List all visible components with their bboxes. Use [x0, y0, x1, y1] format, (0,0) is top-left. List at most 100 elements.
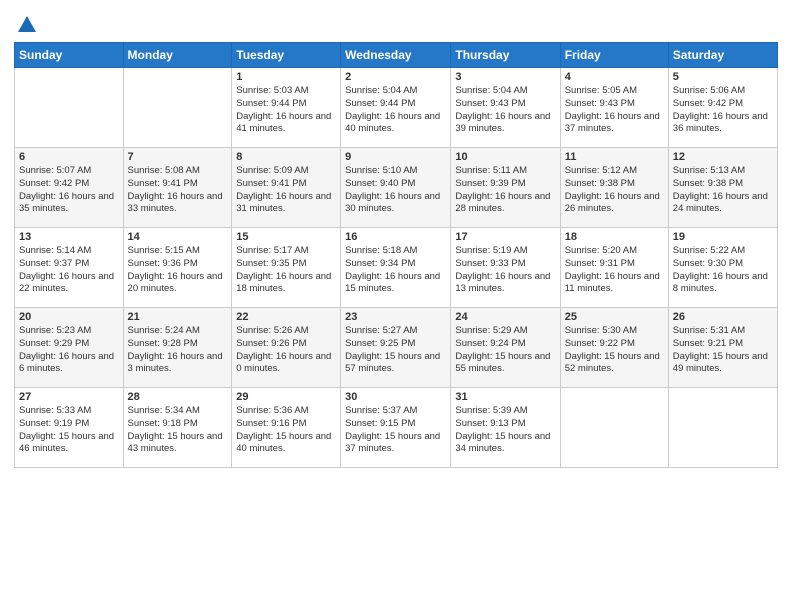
day-info: Sunrise: 5:36 AM Sunset: 9:16 PM Dayligh… [236, 405, 336, 456]
calendar-cell: 4Sunrise: 5:05 AM Sunset: 9:43 PM Daylig… [560, 68, 668, 148]
day-info: Sunrise: 5:30 AM Sunset: 9:22 PM Dayligh… [565, 325, 664, 376]
day-number: 31 [455, 391, 555, 403]
calendar-week-row: 27 Sunrise: 5:33 AM Sunset: 9:19 PM Dayli… [15, 388, 778, 468]
day-info: Sunrise: 5:20 AM Sunset: 9:31 PM Dayligh… [565, 245, 664, 296]
day-number: 23 [345, 311, 446, 323]
day-number: 12 [673, 151, 773, 163]
calendar-header-row: SundayMondayTuesdayWednesdayThursdayFrid… [15, 43, 778, 68]
calendar-cell: 29 Sunrise: 5:36 AM Sunset: 9:16 PM Dayli… [232, 388, 341, 468]
day-number: 28 [128, 391, 228, 403]
page: SundayMondayTuesdayWednesdayThursdayFrid… [0, 0, 792, 612]
calendar-cell: 2 Sunrise: 5:04 AM Sunset: 9:44 PM Daylig… [341, 68, 451, 148]
day-info: Sunrise: 5:04 AM Sunset: 9:44 PM Dayligh… [345, 85, 446, 136]
day-info: Sunrise: 5:18 AM Sunset: 9:34 PM Dayligh… [345, 245, 446, 296]
logo-icon [16, 14, 38, 36]
calendar-week-row: 20Sunrise: 5:23 AM Sunset: 9:29 PM Dayli… [15, 308, 778, 388]
day-number: 15 [236, 231, 336, 243]
day-number: 5 [673, 71, 773, 83]
calendar-cell: 5 Sunrise: 5:06 AM Sunset: 9:42 PM Daylig… [668, 68, 777, 148]
calendar-cell: 7 Sunrise: 5:08 AM Sunset: 9:41 PM Daylig… [123, 148, 232, 228]
calendar-cell: 19 Sunrise: 5:22 AM Sunset: 9:30 PM Dayli… [668, 228, 777, 308]
day-info: Sunrise: 5:12 AM Sunset: 9:38 PM Dayligh… [565, 165, 664, 216]
col-header-friday: Friday [560, 43, 668, 68]
calendar-cell: 26 Sunrise: 5:31 AM Sunset: 9:21 PM Dayli… [668, 308, 777, 388]
day-number: 1 [236, 71, 336, 83]
day-info: Sunrise: 5:34 AM Sunset: 9:18 PM Dayligh… [128, 405, 228, 456]
day-number: 10 [455, 151, 555, 163]
day-number: 19 [673, 231, 773, 243]
calendar-cell: 31 Sunrise: 5:39 AM Sunset: 9:13 PM Dayli… [451, 388, 560, 468]
calendar-cell: 12 Sunrise: 5:13 AM Sunset: 9:38 PM Dayli… [668, 148, 777, 228]
day-number: 16 [345, 231, 446, 243]
calendar-cell: 16 Sunrise: 5:18 AM Sunset: 9:34 PM Dayli… [341, 228, 451, 308]
calendar-week-row: 1Sunrise: 5:03 AM Sunset: 9:44 PM Daylig… [15, 68, 778, 148]
day-info: Sunrise: 5:23 AM Sunset: 9:29 PM Dayligh… [19, 325, 119, 376]
calendar-cell: 30 Sunrise: 5:37 AM Sunset: 9:15 PM Dayli… [341, 388, 451, 468]
day-number: 2 [345, 71, 446, 83]
header [14, 10, 778, 34]
col-header-thursday: Thursday [451, 43, 560, 68]
calendar-cell: 14 Sunrise: 5:15 AM Sunset: 9:36 PM Dayli… [123, 228, 232, 308]
day-number: 14 [128, 231, 228, 243]
day-info: Sunrise: 5:08 AM Sunset: 9:41 PM Dayligh… [128, 165, 228, 216]
calendar-cell: 25 Sunrise: 5:30 AM Sunset: 9:22 PM Dayli… [560, 308, 668, 388]
day-number: 26 [673, 311, 773, 323]
calendar-cell: 10 Sunrise: 5:11 AM Sunset: 9:39 PM Dayli… [451, 148, 560, 228]
day-number: 8 [236, 151, 336, 163]
day-number: 18 [565, 231, 664, 243]
day-number: 24 [455, 311, 555, 323]
col-header-saturday: Saturday [668, 43, 777, 68]
day-info: Sunrise: 5:37 AM Sunset: 9:15 PM Dayligh… [345, 405, 446, 456]
day-number: 11 [565, 151, 664, 163]
day-number: 29 [236, 391, 336, 403]
col-header-sunday: Sunday [15, 43, 124, 68]
calendar-cell: 28 Sunrise: 5:34 AM Sunset: 9:18 PM Dayli… [123, 388, 232, 468]
day-info: Sunrise: 5:04 AM Sunset: 9:43 PM Dayligh… [455, 85, 555, 136]
calendar-cell [668, 388, 777, 468]
calendar-cell: 13 Sunrise: 5:14 AM Sunset: 9:37 PM Dayli… [15, 228, 124, 308]
calendar-cell: 9 Sunrise: 5:10 AM Sunset: 9:40 PM Daylig… [341, 148, 451, 228]
day-info: Sunrise: 5:11 AM Sunset: 9:39 PM Dayligh… [455, 165, 555, 216]
day-number: 27 [19, 391, 119, 403]
calendar-cell: 11 Sunrise: 5:12 AM Sunset: 9:38 PM Dayli… [560, 148, 668, 228]
calendar-week-row: 13 Sunrise: 5:14 AM Sunset: 9:37 PM Dayli… [15, 228, 778, 308]
day-info: Sunrise: 5:15 AM Sunset: 9:36 PM Dayligh… [128, 245, 228, 296]
calendar-cell: 18 Sunrise: 5:20 AM Sunset: 9:31 PM Dayli… [560, 228, 668, 308]
day-number: 7 [128, 151, 228, 163]
day-number: 9 [345, 151, 446, 163]
day-info: Sunrise: 5:19 AM Sunset: 9:33 PM Dayligh… [455, 245, 555, 296]
calendar-cell: 6Sunrise: 5:07 AM Sunset: 9:42 PM Daylig… [15, 148, 124, 228]
calendar-cell: 23 Sunrise: 5:27 AM Sunset: 9:25 PM Dayli… [341, 308, 451, 388]
calendar-cell: 3Sunrise: 5:04 AM Sunset: 9:43 PM Daylig… [451, 68, 560, 148]
day-info: Sunrise: 5:10 AM Sunset: 9:40 PM Dayligh… [345, 165, 446, 216]
day-number: 22 [236, 311, 336, 323]
calendar-cell: 15 Sunrise: 5:17 AM Sunset: 9:35 PM Dayli… [232, 228, 341, 308]
calendar-cell: 20Sunrise: 5:23 AM Sunset: 9:29 PM Dayli… [15, 308, 124, 388]
day-number: 13 [19, 231, 119, 243]
day-number: 30 [345, 391, 446, 403]
day-info: Sunrise: 5:09 AM Sunset: 9:41 PM Dayligh… [236, 165, 336, 216]
calendar-week-row: 6Sunrise: 5:07 AM Sunset: 9:42 PM Daylig… [15, 148, 778, 228]
day-info: Sunrise: 5:27 AM Sunset: 9:25 PM Dayligh… [345, 325, 446, 376]
calendar-cell [15, 68, 124, 148]
day-number: 17 [455, 231, 555, 243]
day-info: Sunrise: 5:31 AM Sunset: 9:21 PM Dayligh… [673, 325, 773, 376]
calendar-cell: 8 Sunrise: 5:09 AM Sunset: 9:41 PM Daylig… [232, 148, 341, 228]
day-info: Sunrise: 5:06 AM Sunset: 9:42 PM Dayligh… [673, 85, 773, 136]
day-info: Sunrise: 5:13 AM Sunset: 9:38 PM Dayligh… [673, 165, 773, 216]
day-info: Sunrise: 5:17 AM Sunset: 9:35 PM Dayligh… [236, 245, 336, 296]
calendar-cell [560, 388, 668, 468]
calendar-cell: 27 Sunrise: 5:33 AM Sunset: 9:19 PM Dayli… [15, 388, 124, 468]
day-number: 6 [19, 151, 119, 163]
day-info: Sunrise: 5:14 AM Sunset: 9:37 PM Dayligh… [19, 245, 119, 296]
day-info: Sunrise: 5:39 AM Sunset: 9:13 PM Dayligh… [455, 405, 555, 456]
day-info: Sunrise: 5:33 AM Sunset: 9:19 PM Dayligh… [19, 405, 119, 456]
calendar-cell: 22Sunrise: 5:26 AM Sunset: 9:26 PM Dayli… [232, 308, 341, 388]
day-number: 25 [565, 311, 664, 323]
logo [14, 14, 38, 34]
calendar-cell: 1Sunrise: 5:03 AM Sunset: 9:44 PM Daylig… [232, 68, 341, 148]
col-header-tuesday: Tuesday [232, 43, 341, 68]
calendar-cell: 21Sunrise: 5:24 AM Sunset: 9:28 PM Dayli… [123, 308, 232, 388]
day-info: Sunrise: 5:22 AM Sunset: 9:30 PM Dayligh… [673, 245, 773, 296]
col-header-wednesday: Wednesday [341, 43, 451, 68]
